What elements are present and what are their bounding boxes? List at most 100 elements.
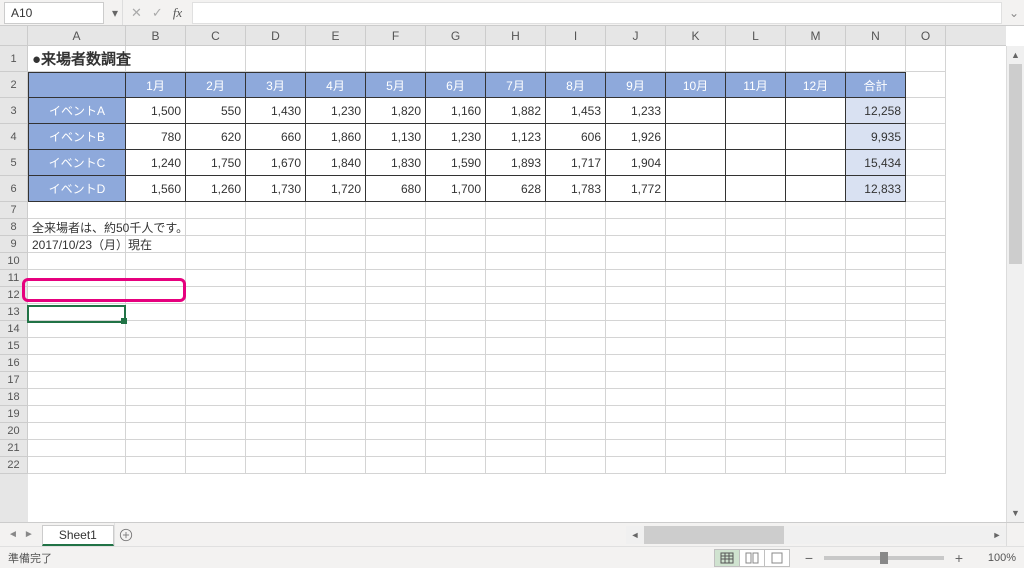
cell[interactable] [906, 176, 946, 202]
cell[interactable] [726, 423, 786, 440]
data-cell[interactable]: 1,750 [186, 150, 246, 176]
cell[interactable] [666, 355, 726, 372]
data-cell[interactable]: 1,260 [186, 176, 246, 202]
data-cell[interactable]: 620 [186, 124, 246, 150]
cell[interactable] [606, 355, 666, 372]
col-header-A[interactable]: A [28, 26, 126, 45]
cell[interactable] [606, 46, 666, 72]
col-header-I[interactable]: I [546, 26, 606, 45]
cell[interactable] [546, 389, 606, 406]
col-header-C[interactable]: C [186, 26, 246, 45]
cell[interactable] [546, 46, 606, 72]
cell[interactable] [726, 406, 786, 423]
tab-prev-icon[interactable]: ◄ [8, 529, 18, 540]
cell[interactable] [786, 219, 846, 236]
cell[interactable] [666, 46, 726, 72]
note-total[interactable]: 全来場者は、約50千人です。 [28, 219, 126, 236]
cell[interactable] [246, 202, 306, 219]
cell[interactable] [366, 406, 426, 423]
cell[interactable] [486, 457, 546, 474]
cell[interactable] [366, 321, 426, 338]
data-cell[interactable]: 1,830 [366, 150, 426, 176]
cell[interactable] [366, 423, 426, 440]
cell[interactable] [186, 423, 246, 440]
cell[interactable] [126, 355, 186, 372]
cell[interactable] [906, 457, 946, 474]
total-cell[interactable]: 12,258 [846, 98, 906, 124]
data-cell[interactable]: 1,453 [546, 98, 606, 124]
row-header-16[interactable]: 16 [0, 355, 28, 372]
cell[interactable] [126, 304, 186, 321]
cell[interactable] [126, 406, 186, 423]
col-header-K[interactable]: K [666, 26, 726, 45]
cell[interactable] [426, 46, 486, 72]
cell[interactable] [126, 253, 186, 270]
data-cell[interactable] [726, 98, 786, 124]
cell[interactable] [546, 321, 606, 338]
data-cell[interactable]: 1,700 [426, 176, 486, 202]
data-cell[interactable] [666, 176, 726, 202]
cell[interactable] [546, 406, 606, 423]
cell[interactable] [246, 457, 306, 474]
cell[interactable] [846, 372, 906, 389]
data-cell[interactable]: 1,893 [486, 150, 546, 176]
cell[interactable] [546, 355, 606, 372]
cell[interactable] [666, 423, 726, 440]
cell[interactable] [846, 423, 906, 440]
event-label[interactable]: イベントB [28, 124, 126, 150]
cell[interactable] [786, 236, 846, 253]
data-cell[interactable]: 1,430 [246, 98, 306, 124]
cell[interactable] [666, 202, 726, 219]
cell[interactable] [126, 287, 186, 304]
tab-next-icon[interactable]: ► [24, 529, 34, 540]
cell[interactable] [126, 202, 186, 219]
cell[interactable] [726, 440, 786, 457]
data-cell[interactable]: 1,926 [606, 124, 666, 150]
cell[interactable] [486, 406, 546, 423]
col-header-D[interactable]: D [246, 26, 306, 45]
cell[interactable] [186, 321, 246, 338]
cell[interactable] [366, 304, 426, 321]
view-page-layout-button[interactable] [739, 549, 765, 567]
scroll-right-icon[interactable]: ► [988, 530, 1006, 540]
cell[interactable] [186, 372, 246, 389]
cell[interactable] [486, 236, 546, 253]
cell[interactable] [246, 270, 306, 287]
cell[interactable] [366, 270, 426, 287]
cell[interactable] [426, 457, 486, 474]
cell[interactable] [846, 287, 906, 304]
cell[interactable] [846, 406, 906, 423]
data-cell[interactable]: 1,160 [426, 98, 486, 124]
cell[interactable] [906, 150, 946, 176]
cell[interactable] [366, 457, 426, 474]
cell[interactable] [786, 440, 846, 457]
data-cell[interactable] [726, 176, 786, 202]
cell[interactable] [366, 253, 426, 270]
cell[interactable] [28, 355, 126, 372]
data-cell[interactable]: 1,240 [126, 150, 186, 176]
cell[interactable] [246, 372, 306, 389]
row-header-5[interactable]: 5 [0, 150, 28, 176]
title-cell[interactable]: ●来場者数調査 [28, 46, 126, 72]
cell[interactable] [486, 46, 546, 72]
row-header-2[interactable]: 2 [0, 72, 28, 98]
cell[interactable] [546, 304, 606, 321]
cell[interactable] [366, 372, 426, 389]
cell[interactable] [306, 338, 366, 355]
cell[interactable] [786, 406, 846, 423]
cell[interactable] [306, 355, 366, 372]
cell[interactable] [726, 253, 786, 270]
cell[interactable] [306, 46, 366, 72]
data-cell[interactable] [726, 124, 786, 150]
row-header-7[interactable]: 7 [0, 202, 28, 219]
cell[interactable] [426, 270, 486, 287]
cell[interactable] [366, 389, 426, 406]
formula-input[interactable] [192, 2, 1002, 24]
cell[interactable] [906, 423, 946, 440]
month-header[interactable]: 11月 [726, 72, 786, 98]
row-header-18[interactable]: 18 [0, 389, 28, 406]
cell[interactable] [486, 389, 546, 406]
cell[interactable] [726, 236, 786, 253]
cell[interactable] [126, 338, 186, 355]
cell[interactable] [126, 423, 186, 440]
